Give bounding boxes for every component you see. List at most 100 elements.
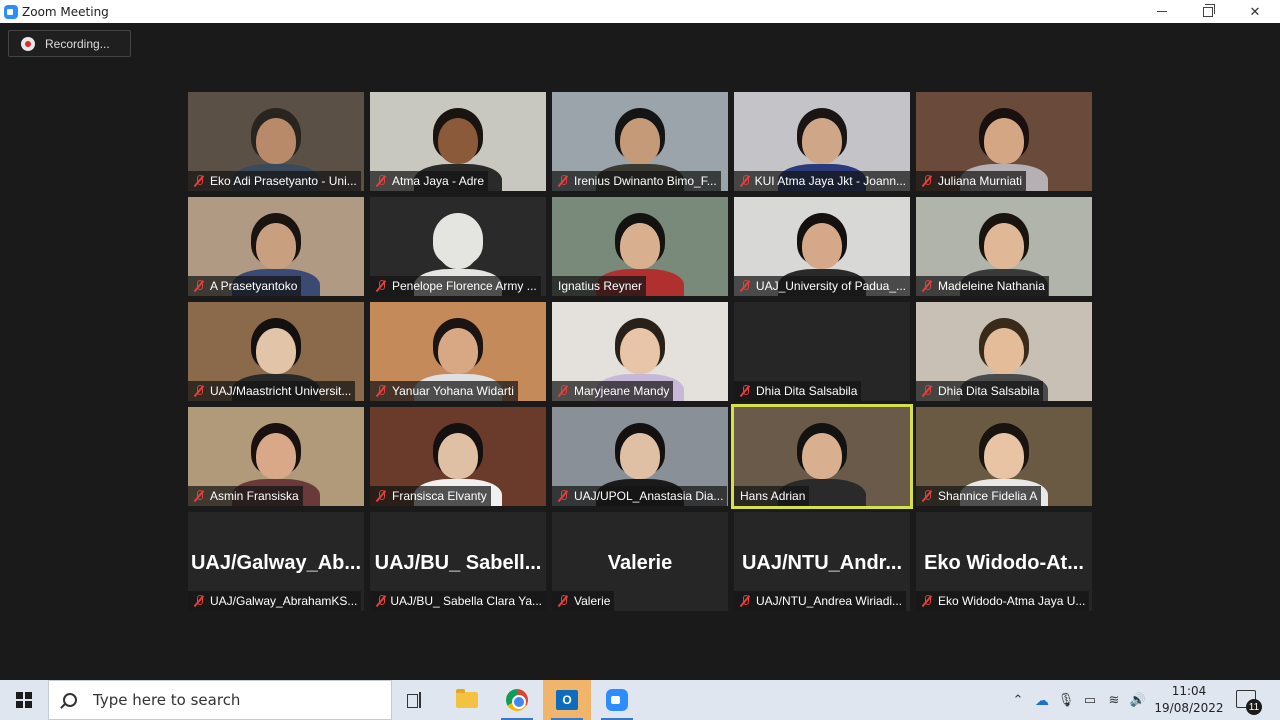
person-face (438, 328, 478, 374)
minimize-icon (1157, 11, 1167, 12)
participant-tile[interactable]: Madeleine Nathania (916, 197, 1092, 296)
participant-name: KUI Atma Jaya Jkt - Joann... (754, 174, 906, 188)
microphone-muted-icon (740, 595, 750, 607)
participant-tile[interactable]: Penelope Florence Army ... (370, 197, 546, 296)
participant-name: Eko Widodo-Atma Jaya U... (938, 594, 1086, 608)
chrome-button[interactable] (493, 680, 541, 720)
title-bar: Zoom Meeting ✕ (0, 0, 1280, 23)
participant-name-bar: Asmin Fransiska (188, 486, 303, 506)
participant-name: UAJ/NTU_Andrea Wiriadi... (756, 594, 903, 608)
participant-tile[interactable]: Hans Adrian (731, 404, 913, 509)
microphone-muted-icon (922, 175, 932, 187)
wifi-button[interactable]: ≋ (1102, 680, 1126, 720)
participant-tile[interactable]: Ignatius Reyner (552, 197, 728, 296)
search-placeholder: Type here to search (93, 691, 241, 709)
participant-name: Juliana Murniati (938, 174, 1023, 188)
participant-name-bar: Madeleine Nathania (916, 276, 1049, 296)
clock-date: 19/08/2022 (1154, 701, 1224, 715)
zoom-taskbar-button[interactable] (593, 680, 641, 720)
show-hidden-icons-button[interactable]: ⌃ (1006, 680, 1030, 720)
recording-indicator[interactable]: Recording... (8, 30, 131, 57)
person-face (984, 118, 1024, 164)
volume-button[interactable]: 🔊 (1126, 680, 1150, 720)
participant-tile[interactable]: Asmin Fransiska (188, 407, 364, 506)
participant-tile[interactable]: Fransisca Elvanty (370, 407, 546, 506)
microphone-muted-icon (194, 280, 204, 292)
microphone-muted-icon (558, 595, 568, 607)
participant-display-name: UAJ/BU_ Sabell... (374, 552, 542, 574)
participant-name: Irenius Dwinanto Bimo_F... (574, 174, 717, 188)
person-face (256, 223, 296, 269)
close-button[interactable]: ✕ (1232, 0, 1278, 23)
microphone-button[interactable]: 🎙 (1054, 680, 1078, 720)
participant-tile[interactable]: Maryjeane Mandy (552, 302, 728, 401)
participant-name-bar: UAJ/NTU_Andrea Wiriadi... (734, 591, 907, 611)
participant-name-bar: Fransisca Elvanty (370, 486, 491, 506)
microphone-muted-icon (922, 490, 932, 502)
person-face (438, 223, 478, 269)
participant-tile[interactable]: A Prasetyantoko (188, 197, 364, 296)
participant-name-bar: Dhia Dita Salsabila (734, 381, 862, 401)
participant-tile[interactable]: Eko Widodo-At... Eko Widodo-Atma Jaya U..… (916, 512, 1092, 611)
microphone-muted-icon (194, 490, 204, 502)
onedrive-button[interactable]: ☁ (1030, 680, 1054, 720)
participant-name: Yanuar Yohana Widarti (392, 384, 514, 398)
microphone-muted-icon (922, 595, 932, 607)
participant-name-bar: UAJ/BU_ Sabella Clara Ya... (370, 591, 546, 611)
taskbar-search-box[interactable]: Type here to search (48, 680, 392, 720)
task-view-icon (407, 692, 425, 708)
participant-tile[interactable]: UAJ/BU_ Sabell... UAJ/BU_ Sabella Clara Y… (370, 512, 546, 611)
cloud-icon: ☁ (1035, 691, 1049, 708)
participant-tile[interactable]: Atma Jaya - Adre (370, 92, 546, 191)
participant-tile[interactable]: UAJ_University of Padua_... (734, 197, 910, 296)
participant-tile[interactable]: Valerie Valerie (552, 512, 728, 611)
participant-tile[interactable]: KUI Atma Jaya Jkt - Joann... (734, 92, 910, 191)
zoom-icon (606, 689, 628, 711)
outlook-icon: O (556, 690, 578, 710)
task-view-button[interactable] (392, 680, 440, 720)
restore-button[interactable] (1185, 0, 1231, 23)
microphone-icon: 🎙 (1057, 692, 1075, 707)
person-face (438, 118, 478, 164)
participant-tile[interactable]: UAJ/NTU_Andr... UAJ/NTU_Andrea Wiriadi... (734, 512, 910, 611)
clock-time: 11:04 (1171, 684, 1207, 698)
file-explorer-button[interactable] (443, 680, 491, 720)
microphone-muted-icon (376, 595, 386, 607)
microphone-muted-icon (194, 595, 204, 607)
person-face (256, 328, 296, 374)
taskbar-clock[interactable]: 11:04 19/08/2022 (1150, 683, 1228, 717)
microphone-muted-icon (922, 385, 932, 397)
participant-name: Eko Adi Prasetyanto - Uni... (210, 174, 357, 188)
person-face (620, 223, 660, 269)
participant-tile[interactable]: UAJ/Maastricht Universit... (188, 302, 364, 401)
participant-tile[interactable]: Shannice Fidelia A (916, 407, 1092, 506)
participant-tile[interactable]: UAJ/UPOL_Anastasia Dia... (552, 407, 728, 506)
person-face (256, 118, 296, 164)
participant-name-bar: UAJ/Maastricht Universit... (188, 381, 356, 401)
microphone-muted-icon (558, 385, 568, 397)
participant-tile[interactable]: Yanuar Yohana Widarti (370, 302, 546, 401)
microphone-muted-icon (376, 280, 386, 292)
participant-name-bar: Dhia Dita Salsabila (916, 381, 1044, 401)
participant-name-bar: Penelope Florence Army ... (370, 276, 541, 296)
microphone-muted-icon (376, 490, 386, 502)
person-face (620, 433, 660, 479)
participant-tile[interactable]: UAJ/Galway_Ab... UAJ/Galway_AbrahamKS... (188, 512, 364, 611)
recording-label: Recording... (45, 36, 110, 51)
participant-name: Dhia Dita Salsabila (756, 384, 858, 398)
start-button[interactable] (0, 680, 48, 720)
participant-tile[interactable]: Eko Adi Prasetyanto - Uni... (188, 92, 364, 191)
chrome-icon (506, 689, 528, 711)
outlook-button[interactable]: O (543, 680, 591, 720)
participant-name: Shannice Fidelia A (938, 489, 1038, 503)
minimize-button[interactable] (1139, 0, 1185, 23)
participant-tile[interactable]: Juliana Murniati (916, 92, 1092, 191)
participant-name-bar: Eko Adi Prasetyanto - Uni... (188, 171, 361, 191)
participant-tile[interactable]: Dhia Dita Salsabila (916, 302, 1092, 401)
participant-tile[interactable]: Irenius Dwinanto Bimo_F... (552, 92, 728, 191)
recording-icon (21, 36, 35, 51)
participant-name: UAJ_University of Padua_... (755, 279, 906, 293)
battery-button[interactable]: ▭ (1078, 680, 1102, 720)
participant-tile[interactable]: Dhia Dita Salsabila (734, 302, 910, 401)
participant-name-bar: Juliana Murniati (916, 171, 1027, 191)
